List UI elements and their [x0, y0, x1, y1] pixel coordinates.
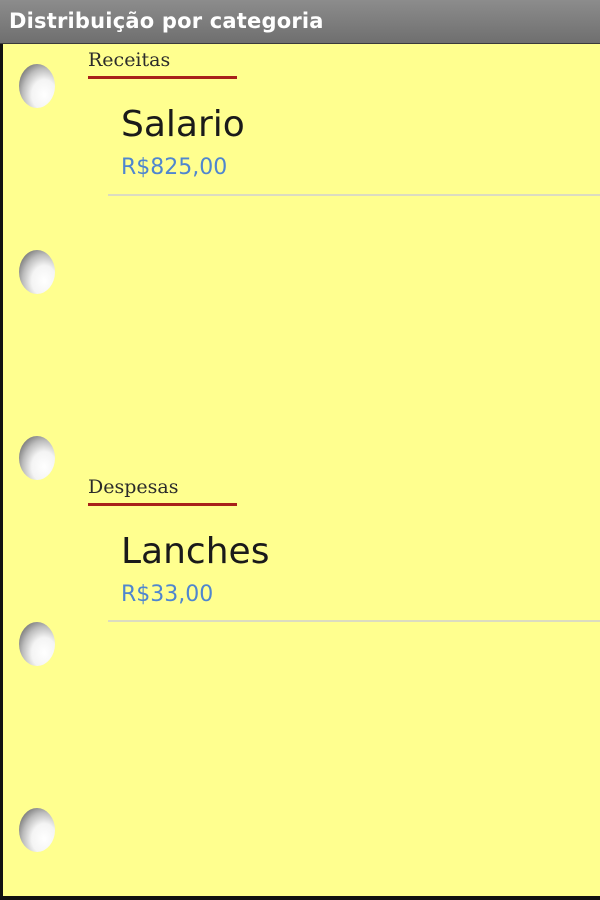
binder-hole-icon [19, 436, 55, 480]
screen: Distribuição por categoria Receitas Sala… [0, 0, 600, 900]
section-underline [88, 503, 237, 506]
section-header-receitas: Receitas [88, 49, 171, 71]
category-value: R$33,00 [121, 582, 214, 607]
title-bar: Distribuição por categoria [0, 0, 600, 44]
binder-hole-icon [19, 622, 55, 666]
category-name: Salario [121, 104, 245, 145]
list-divider [108, 194, 600, 196]
category-name: Lanches [121, 531, 270, 572]
binder-hole-icon [19, 64, 55, 108]
binder-hole-icon [19, 808, 55, 852]
list-divider [108, 620, 600, 622]
category-value: R$825,00 [121, 155, 228, 180]
window-title: Distribuição por categoria [9, 9, 324, 33]
section-header-despesas: Despesas [88, 476, 179, 498]
section-underline [88, 76, 237, 79]
frame-border-bottom [0, 896, 600, 900]
binder-hole-icon [19, 250, 55, 294]
